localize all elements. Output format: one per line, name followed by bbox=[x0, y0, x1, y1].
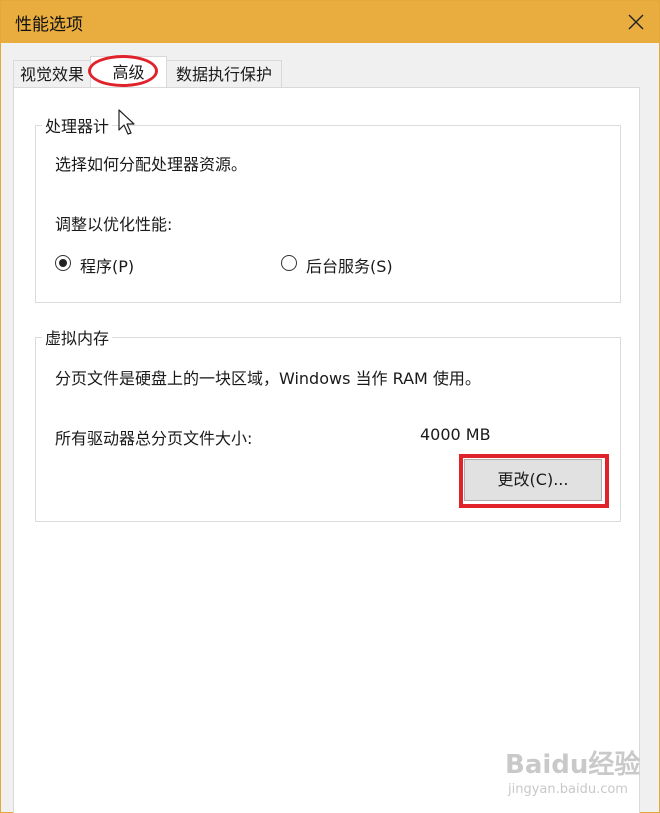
tab-visual-effects[interactable]: 视觉效果 bbox=[13, 60, 91, 87]
close-icon bbox=[628, 14, 644, 30]
tab-highlight-ellipse bbox=[88, 55, 158, 87]
radio-programs-label[interactable]: 程序(P) bbox=[80, 253, 134, 277]
baidu-watermark-url: jingyan.baidu.com bbox=[508, 782, 628, 797]
radio-background-services[interactable] bbox=[281, 255, 297, 271]
window-title: 性能选项 bbox=[15, 15, 83, 35]
paging-total-value: 4000 MB bbox=[420, 425, 491, 444]
title-bar[interactable]: 性能选项 bbox=[1, 1, 659, 43]
tab-data-execution-prevention[interactable]: 数据执行保护 bbox=[166, 60, 282, 87]
baidu-watermark-logo: Baidu经验 bbox=[505, 750, 641, 780]
radio-programs[interactable] bbox=[55, 255, 71, 271]
processor-scheduling-group: 处理器计 选择如何分配处理器资源。 调整以优化性能: 程序(P) 后台服务(S) bbox=[35, 113, 621, 303]
radio-selected-dot bbox=[59, 259, 67, 267]
virtual-memory-legend: 虚拟内存 bbox=[42, 325, 113, 349]
radio-background-services-label[interactable]: 后台服务(S) bbox=[306, 253, 393, 277]
close-button[interactable] bbox=[613, 1, 659, 43]
adjust-label: 调整以优化性能: bbox=[55, 215, 173, 234]
virtual-memory-description: 分页文件是硬盘上的一块区域，Windows 当作 RAM 使用。 bbox=[55, 369, 481, 388]
paging-total-label: 所有驱动器总分页文件大小: bbox=[55, 429, 253, 448]
mouse-cursor-icon bbox=[118, 109, 135, 135]
processor-group-legend: 处理器计 bbox=[42, 113, 113, 137]
processor-description: 选择如何分配处理器资源。 bbox=[55, 155, 248, 174]
change-button-highlight-box bbox=[459, 454, 609, 508]
